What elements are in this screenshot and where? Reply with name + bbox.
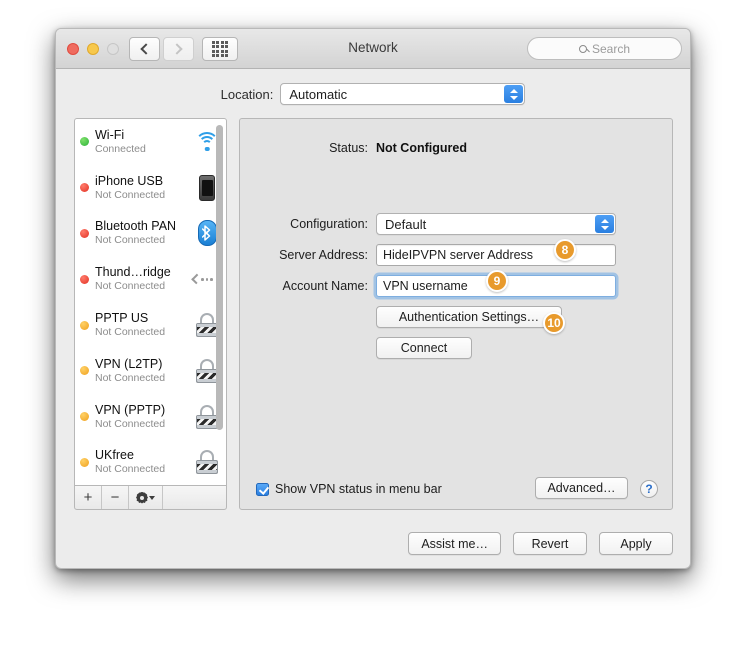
service-name: PPTP US	[95, 311, 149, 326]
show-vpn-status-row[interactable]: Show VPN status in menu bar	[256, 482, 442, 496]
auth-settings-row: Authentication Settings…	[376, 306, 562, 328]
location-label: Location:	[220, 86, 274, 102]
status-dot	[80, 457, 89, 467]
network-services-list[interactable]: Wi-Fi Connected iPhone USB Not Connected Blu…	[74, 118, 227, 486]
service-name: iPhone USB	[95, 173, 164, 188]
network-preferences-window: Network Search Location: Automatic Wi-Fi…	[55, 28, 691, 569]
search-placeholder: Search	[591, 41, 631, 56]
account-name-label: Account Name:	[282, 279, 368, 293]
actions-menu-button[interactable]	[129, 486, 163, 509]
connect-row: Connect	[376, 337, 472, 359]
network-service-row[interactable]: Bluetooth PAN Not Connected	[75, 211, 226, 257]
status-dot	[80, 366, 89, 376]
status-dot	[80, 320, 89, 330]
network-service-row[interactable]: iPhone USB Not Connected	[75, 165, 226, 211]
callout-badge-10: 10	[543, 312, 565, 334]
location-dropdown[interactable]: Automatic	[280, 83, 526, 105]
show-vpn-status-label: Show VPN status in menu bar	[275, 482, 442, 496]
configuration-value: Default	[385, 216, 427, 232]
network-service-row[interactable]: UKfree Not Connected	[75, 440, 226, 485]
network-service-row[interactable]: VPN (PPTP) Not Connected	[75, 394, 226, 440]
service-name: Bluetooth PAN	[95, 219, 177, 234]
service-status: Not Connected	[95, 417, 166, 430]
chevron-updown-icon	[595, 215, 614, 233]
authentication-settings-button[interactable]: Authentication Settings…	[376, 306, 562, 328]
sidebar-scrollbar-thumb[interactable]	[216, 125, 223, 430]
assist-me-button[interactable]: Assist me…	[408, 532, 501, 555]
status-value: Not Configured	[376, 141, 467, 155]
screenshot-canvas: Network Search Location: Automatic Wi-Fi…	[0, 0, 750, 649]
network-service-row[interactable]: PPTP US Not Connected	[75, 302, 226, 348]
configuration-row: Configuration: Default	[250, 213, 616, 235]
network-services-rows: Wi-Fi Connected iPhone USB Not Connected Blu…	[75, 119, 226, 485]
service-name: Thund…ridge	[95, 265, 171, 280]
add-service-button[interactable]: +	[75, 486, 102, 509]
bluetooth-icon	[197, 220, 217, 247]
gear-icon	[136, 492, 148, 504]
status-dot	[80, 274, 89, 284]
location-row: Location: Automatic	[56, 79, 690, 109]
chevron-down-icon	[149, 495, 155, 500]
network-service-row[interactable]: Wi-Fi Connected	[75, 119, 226, 165]
show-vpn-status-checkbox[interactable]	[256, 482, 269, 496]
status-row: Status: Not Configured	[250, 141, 467, 155]
callout-badge-9: 9	[486, 270, 508, 292]
revert-button[interactable]: Revert	[513, 532, 587, 555]
account-name-row: Account Name: VPN username	[250, 275, 616, 297]
service-name: VPN (L2TP)	[95, 356, 163, 371]
service-name: UKfree	[95, 448, 134, 463]
status-dot	[80, 228, 89, 238]
window-titlebar: Network Search	[56, 29, 690, 69]
service-status: Not Connected	[95, 188, 166, 201]
sidebar-scrollbar[interactable]	[215, 123, 224, 481]
connect-button[interactable]: Connect	[376, 337, 472, 359]
service-status: Not Connected	[95, 371, 166, 384]
window-body: Wi-Fi Connected iPhone USB Not Connected Blu…	[56, 112, 690, 568]
network-service-row[interactable]: VPN (L2TP) Not Connected	[75, 348, 226, 394]
service-name: VPN (PPTP)	[95, 402, 166, 417]
server-address-field[interactable]: HideIPVPN server Address	[376, 244, 616, 266]
status-dot	[80, 183, 89, 193]
service-status: Not Connected	[95, 326, 166, 339]
chevron-updown-icon	[504, 85, 524, 103]
advanced-button[interactable]: Advanced…	[535, 477, 628, 499]
service-status: Connected	[95, 142, 146, 155]
callout-badge-8: 8	[554, 239, 576, 261]
server-address-label: Server Address:	[279, 248, 368, 262]
service-status: Not Connected	[95, 280, 166, 293]
remove-service-button[interactable]: −	[102, 486, 129, 509]
status-dot	[80, 412, 89, 422]
configuration-label: Configuration:	[290, 217, 368, 231]
sidebar-toolbar: + −	[74, 486, 227, 510]
help-button[interactable]: ?	[640, 480, 658, 498]
service-status: Not Connected	[95, 234, 166, 247]
configuration-dropdown[interactable]: Default	[376, 213, 616, 235]
window-footer-buttons: Assist me… Revert Apply	[408, 532, 673, 555]
search-icon	[578, 44, 587, 53]
status-label: Status:	[329, 141, 368, 155]
network-service-row[interactable]: Thund…ridge Not Connected	[75, 256, 226, 302]
apply-button[interactable]: Apply	[599, 532, 673, 555]
location-value: Automatic	[289, 86, 348, 102]
vpn-settings-panel: Status: Not Configured Configuration: De…	[239, 118, 673, 510]
iphone-icon	[199, 174, 215, 201]
service-status: Not Connected	[95, 463, 166, 476]
status-dot	[80, 137, 89, 147]
search-field[interactable]: Search	[527, 37, 682, 60]
service-name: Wi-Fi	[95, 127, 125, 142]
